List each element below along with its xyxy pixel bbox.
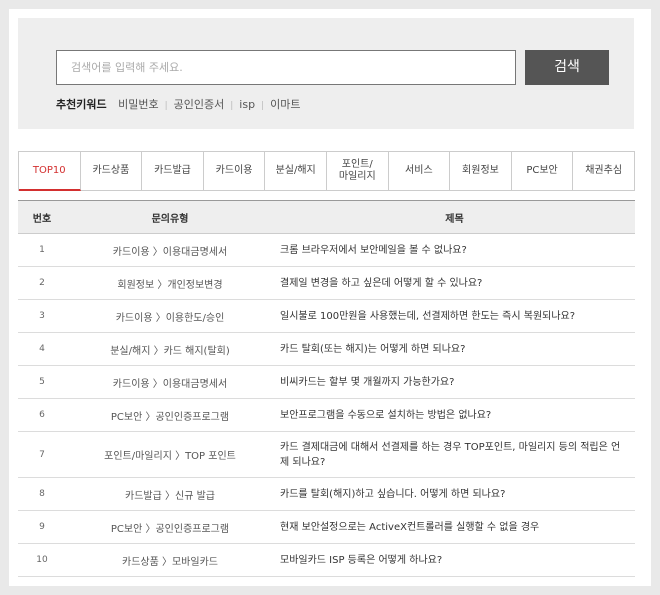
keyword-link[interactable]: 비밀번호 — [118, 98, 158, 111]
tab-pc-security[interactable]: PC보안 — [511, 152, 574, 190]
row-type: 포인트/마일리지 〉TOP 포인트 — [66, 431, 274, 478]
faq-table: 번호 문의유형 제목 1 카드이용 〉이용대금명세서 크롬 브라우저에서 보안메… — [18, 200, 635, 577]
row-title-link[interactable]: 카드 결제대금에 대해서 선결제를 하는 경우 TOP포인트, 마일리지 등의 … — [274, 431, 635, 478]
table-row[interactable]: 8 카드발급 〉신규 발급 카드를 탈회(해지)하고 싶습니다. 어떻게 하면 … — [18, 477, 635, 511]
faq-panel: 검색어를 입력해 주세요. 검색 추천키워드 비밀번호 | 공인인증서 | isp | 이마… — [9, 9, 651, 586]
recommended-keywords: 추천키워드 비밀번호 | 공인인증서 | isp | 이마트 — [56, 96, 301, 112]
keyword-separator: | — [164, 101, 168, 111]
table-row[interactable]: 9 PC보안 〉공인인증프로그램 현재 보안설정으로는 ActiveX컨트롤러를… — [18, 510, 635, 544]
row-num: 5 — [18, 365, 66, 399]
search-input[interactable]: 검색어를 입력해 주세요. — [56, 50, 516, 85]
row-num: 2 — [18, 266, 66, 300]
row-title-link[interactable]: 모바일카드 ISP 등록은 어떻게 하나요? — [274, 543, 635, 577]
tab-card-issue[interactable]: 카드발급 — [142, 152, 204, 190]
row-num: 10 — [18, 543, 66, 577]
row-type: 카드상품 〉모바일카드 — [66, 543, 274, 577]
row-title-link[interactable]: 비씨카드는 할부 몇 개월까지 가능한가요? — [274, 365, 635, 399]
row-num: 4 — [18, 332, 66, 366]
keyword-link[interactable]: isp — [239, 98, 255, 111]
row-title-link[interactable]: 크롬 브라우저에서 보안메일을 볼 수 없나요? — [274, 233, 635, 267]
table-header-row: 번호 문의유형 제목 — [18, 200, 635, 234]
row-num: 3 — [18, 299, 66, 333]
row-num: 8 — [18, 477, 66, 511]
tab-debt-collection[interactable]: 채권추심 — [573, 152, 635, 190]
row-title-link[interactable]: 결제일 변경을 하고 싶은데 어떻게 할 수 있나요? — [274, 266, 635, 300]
row-type: PC보안 〉공인인증프로그램 — [66, 510, 274, 544]
header-title: 제목 — [274, 200, 635, 234]
tab-service[interactable]: 서비스 — [388, 152, 451, 190]
keywords-title: 추천키워드 — [56, 98, 107, 111]
table-row[interactable]: 3 카드이용 〉이용한도/승인 일시불로 100만원을 사용했는데, 선결제하면… — [18, 299, 635, 333]
table-row[interactable]: 7 포인트/마일리지 〉TOP 포인트 카드 결제대금에 대해서 선결제를 하는… — [18, 431, 635, 478]
row-num: 7 — [18, 431, 66, 478]
header-type: 문의유형 — [66, 200, 274, 234]
keyword-separator: | — [261, 101, 265, 111]
tab-lost-cancel[interactable]: 분실/해지 — [265, 152, 327, 190]
row-title-link[interactable]: 일시불로 100만원을 사용했는데, 선결제하면 한도는 즉시 복원되나요? — [274, 299, 635, 333]
tab-member-info[interactable]: 회원정보 — [450, 152, 512, 190]
table-row[interactable]: 5 카드이용 〉이용대금명세서 비씨카드는 할부 몇 개월까지 가능한가요? — [18, 365, 635, 399]
table-row[interactable]: 6 PC보안 〉공인인증프로그램 보안프로그램을 수동으로 설치하는 방법은 없… — [18, 398, 635, 432]
table-row[interactable]: 2 회원정보 〉개인정보변경 결제일 변경을 하고 싶은데 어떻게 할 수 있나… — [18, 266, 635, 300]
row-type: 카드이용 〉이용대금명세서 — [66, 233, 274, 267]
row-num: 1 — [18, 233, 66, 267]
row-num: 9 — [18, 510, 66, 544]
table-row[interactable]: 10 카드상품 〉모바일카드 모바일카드 ISP 등록은 어떻게 하나요? — [18, 543, 635, 577]
category-tabs: TOP10 카드상품 카드발급 카드이용 분실/해지 포인트/ 마일리지 서비스… — [18, 151, 635, 191]
tab-card-usage[interactable]: 카드이용 — [203, 152, 266, 190]
search-area: 검색어를 입력해 주세요. 검색 추천키워드 비밀번호 | 공인인증서 | isp | 이마… — [18, 18, 634, 129]
table-row[interactable]: 4 분실/해지 〉카드 해지(탈회) 카드 탈회(또는 해지)는 어떻게 하면 … — [18, 332, 635, 366]
keyword-link[interactable]: 이마트 — [270, 98, 300, 111]
row-title-link[interactable]: 카드를 탈회(해지)하고 싶습니다. 어떻게 하면 되나요? — [274, 477, 635, 511]
row-type: 분실/해지 〉카드 해지(탈회) — [66, 332, 274, 366]
row-num: 6 — [18, 398, 66, 432]
tab-card-products[interactable]: 카드상품 — [80, 152, 143, 190]
keyword-link[interactable]: 공인인증서 — [174, 98, 225, 111]
tab-top10[interactable]: TOP10 — [19, 152, 81, 191]
row-type: 회원정보 〉개인정보변경 — [66, 266, 274, 300]
row-title-link[interactable]: 보안프로그램을 수동으로 설치하는 방법은 없나요? — [274, 398, 635, 432]
keyword-separator: | — [230, 101, 234, 111]
search-button[interactable]: 검색 — [525, 50, 609, 85]
row-type: 카드발급 〉신규 발급 — [66, 477, 274, 511]
tab-points-mileage[interactable]: 포인트/ 마일리지 — [326, 152, 389, 190]
row-type: PC보안 〉공인인증프로그램 — [66, 398, 274, 432]
row-title-link[interactable]: 현재 보안설정으로는 ActiveX컨트롤러를 실행할 수 없을 경우 — [274, 510, 635, 544]
row-type: 카드이용 〉이용한도/승인 — [66, 299, 274, 333]
header-num: 번호 — [18, 200, 66, 234]
row-type: 카드이용 〉이용대금명세서 — [66, 365, 274, 399]
row-title-link[interactable]: 카드 탈회(또는 해지)는 어떻게 하면 되나요? — [274, 332, 635, 366]
table-row[interactable]: 1 카드이용 〉이용대금명세서 크롬 브라우저에서 보안메일을 볼 수 없나요? — [18, 233, 635, 267]
